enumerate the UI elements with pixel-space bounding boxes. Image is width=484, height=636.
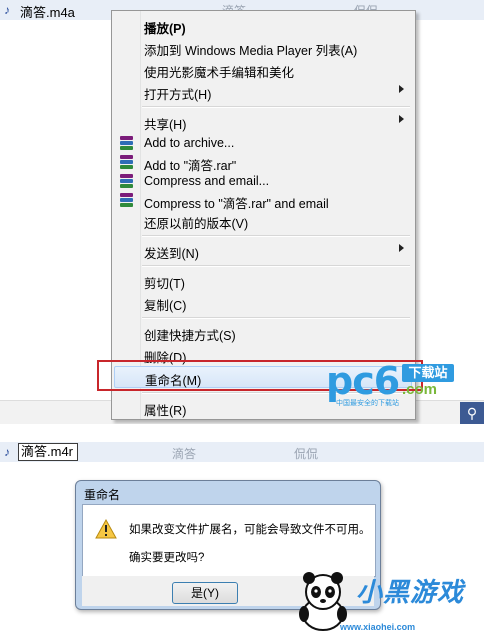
file-row-renaming: ♪ 滴答.m4r 滴答 侃侃 bbox=[0, 442, 484, 462]
menu-item-compress-email[interactable]: Compress and email... bbox=[114, 171, 412, 192]
file-name: 滴答.m4a bbox=[20, 5, 75, 20]
pc6-badge: 下载站 bbox=[402, 364, 454, 382]
menu-separator bbox=[142, 265, 410, 267]
dialog-body: 如果改变文件扩展名，可能会导致文件不可用。 确实要更改吗? bbox=[82, 504, 376, 577]
pc6-slogan: 中国最安全的下载站 bbox=[336, 400, 399, 407]
xiaohei-brand: 小黑游戏 bbox=[356, 577, 465, 607]
menu-item-cut[interactable]: 剪切(T) bbox=[114, 270, 412, 291]
menu-item-share[interactable]: 共享(H) bbox=[114, 111, 412, 132]
search-icon[interactable]: ⚲ bbox=[460, 402, 484, 424]
pc6-dotcom: .com bbox=[402, 381, 438, 398]
menu-item-label: Add to archive... bbox=[144, 136, 235, 150]
rename-input[interactable]: 滴答.m4r bbox=[18, 443, 78, 461]
menu-item-copy[interactable]: 复制(C) bbox=[114, 292, 412, 313]
menu-item-label: 还原以前的版本(V) bbox=[144, 217, 249, 231]
winrar-icon bbox=[120, 155, 133, 169]
menu-item-add-to-archive[interactable]: Add to archive... bbox=[114, 133, 412, 154]
menu-separator bbox=[142, 317, 410, 319]
menu-item-label: 复制(C) bbox=[144, 299, 187, 313]
menu-item-label: 添加到 Windows Media Player 列表(A) bbox=[144, 44, 358, 58]
menu-item-create-shortcut[interactable]: 创建快捷方式(S) bbox=[114, 322, 412, 343]
menu-item-restore-previous[interactable]: 还原以前的版本(V) bbox=[114, 210, 412, 231]
pc6-watermark: pc6 下载站 .com 中国最安全的下载站 bbox=[326, 362, 454, 407]
menu-item-send-to[interactable]: 发送到(N) bbox=[114, 240, 412, 261]
menu-item-label: 共享(H) bbox=[144, 118, 187, 132]
menu-separator bbox=[142, 235, 410, 237]
menu-item-add-to-rar[interactable]: Add to "滴答.rar" bbox=[114, 152, 412, 173]
menu-item-label: 创建快捷方式(S) bbox=[144, 329, 236, 343]
menu-item-play[interactable]: 播放(P) bbox=[114, 15, 412, 36]
menu-separator bbox=[142, 106, 410, 108]
winrar-icon bbox=[120, 136, 133, 150]
warning-icon bbox=[95, 519, 117, 539]
submenu-arrow-icon bbox=[399, 85, 404, 93]
dialog-question: 确实要更改吗? bbox=[129, 552, 205, 564]
music-file-icon: ♪ bbox=[4, 3, 10, 17]
dialog-title: 重命名 bbox=[84, 488, 121, 502]
menu-item-label: 播放(P) bbox=[144, 22, 186, 36]
menu-item-edit-photo[interactable]: 使用光影魔术手编辑和美化 bbox=[114, 59, 412, 80]
music-file-icon: ♪ bbox=[4, 445, 10, 459]
dialog-message: 如果改变文件扩展名，可能会导致文件不可用。 bbox=[129, 524, 371, 536]
submenu-arrow-icon bbox=[399, 115, 404, 123]
xiaohei-url: www.xiaohei.com bbox=[340, 622, 416, 632]
winrar-icon bbox=[120, 174, 133, 188]
yes-button[interactable]: 是(Y) bbox=[172, 582, 238, 604]
menu-item-label: 剪切(T) bbox=[144, 277, 185, 291]
column-artist: 侃侃 bbox=[294, 447, 319, 461]
column-title: 滴答 bbox=[172, 447, 197, 461]
panel-divider bbox=[0, 424, 484, 434]
xiaohei-watermark: 小黑游戏 www.xiaohei.com bbox=[294, 570, 484, 636]
menu-item-compress-to-rar-email[interactable]: Compress to "滴答.rar" and email bbox=[114, 190, 412, 211]
menu-item-add-to-wmp[interactable]: 添加到 Windows Media Player 列表(A) bbox=[114, 37, 412, 58]
menu-item-label: 打开方式(H) bbox=[144, 88, 212, 102]
menu-item-label: Compress and email... bbox=[144, 174, 270, 188]
menu-item-open-with[interactable]: 打开方式(H) bbox=[114, 81, 412, 102]
winrar-icon bbox=[120, 193, 133, 207]
menu-item-label: 使用光影魔术手编辑和美化 bbox=[144, 66, 295, 80]
menu-item-label: 发送到(N) bbox=[144, 247, 199, 261]
submenu-arrow-icon bbox=[399, 244, 404, 252]
menu-item-label: 属性(R) bbox=[144, 404, 187, 418]
